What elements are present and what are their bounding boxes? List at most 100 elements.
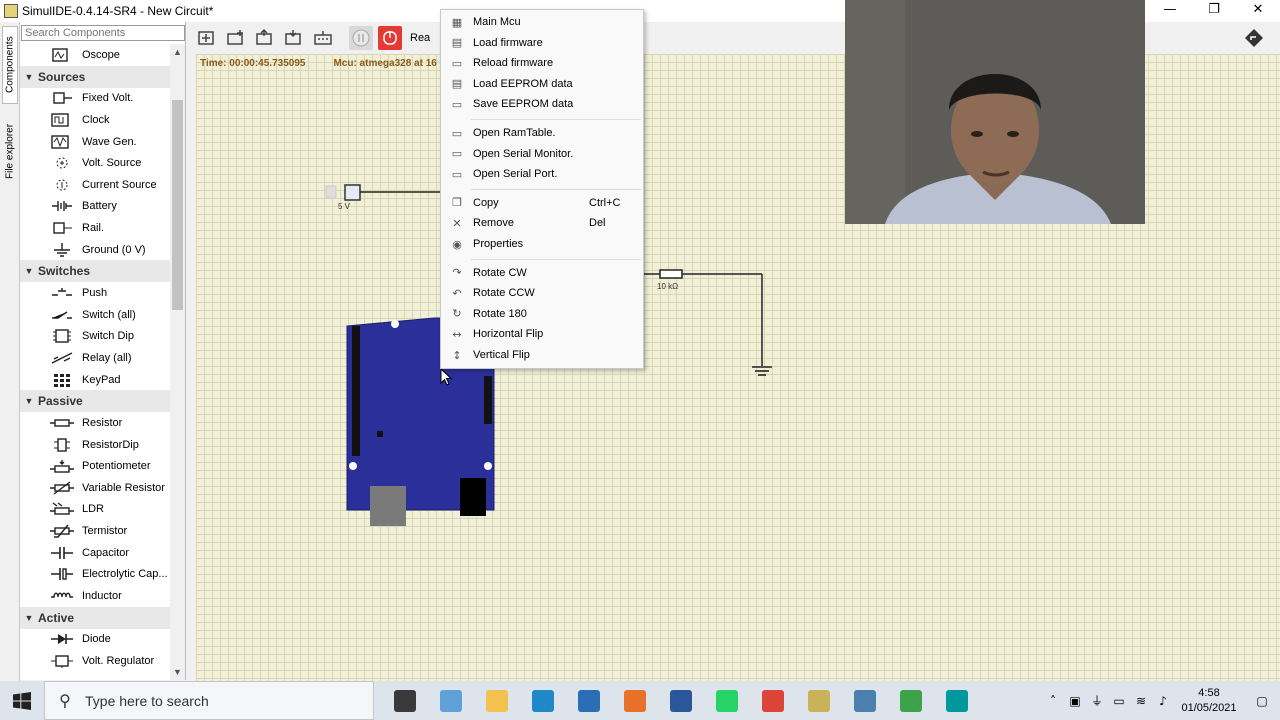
ground-symbol[interactable] <box>752 366 772 376</box>
menu-item-open-ramtable[interactable]: ▭ Open RamTable. <box>441 123 643 143</box>
menu-item-open-serial-port[interactable]: ▭ Open Serial Port. <box>441 164 643 184</box>
save-button[interactable] <box>253 26 277 50</box>
component-item[interactable]: ResistorDip <box>20 434 170 456</box>
app3-taskbar-button[interactable] <box>888 681 934 720</box>
simulide-taskbar-button[interactable] <box>796 681 842 720</box>
component-item[interactable]: KeyPad <box>20 369 170 391</box>
chevron-down-icon[interactable]: ▼ <box>20 266 38 276</box>
diode-icon <box>50 632 74 646</box>
component-item[interactable]: Relay (all) <box>20 347 170 369</box>
component-item[interactable]: Resistor <box>20 412 170 434</box>
meet-now-icon[interactable]: ▣ <box>1064 694 1086 708</box>
category-switches[interactable]: ▼ Switches <box>20 260 170 283</box>
app2-icon <box>854 689 876 712</box>
menu-item-copy[interactable]: ❐ Copy Ctrl+C <box>441 193 643 213</box>
edge-taskbar-button[interactable] <box>520 681 566 720</box>
component-item[interactable]: Potentiometer <box>20 456 170 478</box>
new-circuit-button[interactable] <box>195 26 219 50</box>
scroll-up-icon[interactable]: ▲ <box>170 44 185 60</box>
menu-item-rotate-cw[interactable]: ↷ Rotate CW <box>441 263 643 283</box>
component-item[interactable]: Switch (all) <box>20 304 170 326</box>
menu-item-load-eeprom-data[interactable]: ▤ Load EEPROM data <box>441 74 643 94</box>
components-panel: Oscope▼SourcesFixed Volt.ClockWave Gen.V… <box>20 22 186 680</box>
scroll-thumb[interactable] <box>172 100 183 310</box>
component-item[interactable]: Volt. Regulator <box>20 650 170 672</box>
task-view-taskbar-button[interactable] <box>382 681 428 720</box>
component-item[interactable]: Push <box>20 282 170 304</box>
save-as-button[interactable] <box>282 26 306 50</box>
taskbar-clock[interactable]: 4:58 01/05/2021 <box>1174 686 1244 716</box>
oscope-icon <box>50 48 74 62</box>
component-item[interactable]: Oscope <box>20 44 170 66</box>
clock-icon <box>50 113 74 127</box>
file-explorer-taskbar-button[interactable] <box>474 681 520 720</box>
app-taskbar-button[interactable] <box>428 681 474 720</box>
component-item[interactable]: Inductor <box>20 585 170 607</box>
minimize-button[interactable]: — <box>1148 0 1192 22</box>
chevron-down-icon[interactable]: ▼ <box>20 396 38 406</box>
whatsapp-taskbar-button[interactable] <box>704 681 750 720</box>
menu-item-rotate-ccw[interactable]: ↶ Rotate CCW <box>441 283 643 303</box>
component-item[interactable]: Termistor <box>20 520 170 542</box>
pause-button[interactable] <box>349 26 373 50</box>
component-item[interactable]: Current Source <box>20 174 170 196</box>
power-button[interactable] <box>378 26 402 50</box>
usb-icon[interactable]: ⏚ <box>1086 692 1108 709</box>
menu-item-vertical-flip[interactable]: ↕ Vertical Flip <box>441 345 643 365</box>
mail-taskbar-button[interactable] <box>566 681 612 720</box>
tab-components[interactable]: Components <box>2 26 18 104</box>
component-item[interactable]: Rail. <box>20 217 170 239</box>
maximize-button[interactable]: ❐ <box>1192 0 1236 22</box>
category-active[interactable]: ▼ Active <box>20 606 170 629</box>
category-passive[interactable]: ▼ Passive <box>20 390 170 413</box>
taskbar-search-box[interactable]: ⚲ Type here to search <box>44 681 374 720</box>
components-scrollbar[interactable]: ▲ ▼ <box>170 44 185 680</box>
resistor-component[interactable] <box>659 269 683 279</box>
menu-item-save-eeprom-data[interactable]: ▭ Save EEPROM data <box>441 94 643 114</box>
menu-item-properties[interactable]: ◉ Properties <box>441 234 643 254</box>
component-item[interactable]: Variable Resistor <box>20 477 170 499</box>
notifications-icon[interactable]: ▢ <box>1244 694 1280 708</box>
component-item[interactable]: Capacitor <box>20 542 170 564</box>
menu-item-main-mcu[interactable]: ▦ Main Mcu <box>441 12 643 32</box>
menu-item-reload-firmware[interactable]: ▭ Reload firmware <box>441 53 643 73</box>
chevron-down-icon[interactable]: ▼ <box>20 613 38 623</box>
start-button[interactable] <box>0 681 44 720</box>
firefox-taskbar-button[interactable] <box>612 681 658 720</box>
component-item[interactable]: Switch Dip <box>20 326 170 348</box>
windows-taskbar: ⚲ Type here to search ˄ ▣ ⏚ ▭ ≋ ♪ 4:58 0… <box>0 681 1280 720</box>
component-item[interactable]: Ground (0 V) <box>20 239 170 261</box>
scroll-down-icon[interactable]: ▼ <box>170 664 185 680</box>
wifi-icon[interactable]: ≋ <box>1130 694 1152 708</box>
arduino-taskbar-button[interactable] <box>934 681 980 720</box>
chevron-up-icon[interactable]: ˄ <box>1042 694 1064 708</box>
component-item[interactable]: Wave Gen. <box>20 131 170 153</box>
component-item[interactable]: Battery <box>20 196 170 218</box>
word-taskbar-button[interactable] <box>658 681 704 720</box>
menu-item-remove[interactable]: ✕ Remove Del <box>441 213 643 233</box>
component-item[interactable]: Electrolytic Cap... <box>20 563 170 585</box>
close-button[interactable]: ✕ <box>1236 0 1280 22</box>
menu-item-open-serial-monitor[interactable]: ▭ Open Serial Monitor. <box>441 144 643 164</box>
component-item[interactable]: Fixed Volt. <box>20 88 170 110</box>
battery-tray-icon[interactable]: ▭ <box>1108 694 1130 708</box>
component-item[interactable]: Volt. Source <box>20 152 170 174</box>
menu-item-load-firmware[interactable]: ▤ Load firmware <box>441 33 643 53</box>
fixed-volt-component[interactable] <box>344 184 361 201</box>
component-item[interactable]: LDR <box>20 499 170 521</box>
tab-file-explorer[interactable]: File explorer <box>2 110 18 192</box>
open-button[interactable] <box>224 26 248 50</box>
fixed-volt-switch[interactable] <box>325 185 337 199</box>
component-item[interactable]: Diode <box>20 629 170 651</box>
search-components-input[interactable] <box>21 25 185 41</box>
chevron-down-icon[interactable]: ▼ <box>20 72 38 82</box>
volume-icon[interactable]: ♪ <box>1152 694 1174 708</box>
menu-item-rotate-180[interactable]: ↻ Rotate 180 <box>441 304 643 324</box>
menu-item-horizontal-flip[interactable]: ↔ Horizontal Flip <box>441 324 643 344</box>
chrome-taskbar-button[interactable] <box>750 681 796 720</box>
component-item[interactable]: Clock <box>20 109 170 131</box>
diamond-arrow-icon[interactable] <box>1244 28 1264 48</box>
app2-taskbar-button[interactable] <box>842 681 888 720</box>
category-sources[interactable]: ▼ Sources <box>20 65 170 88</box>
settings-button[interactable] <box>311 26 335 50</box>
